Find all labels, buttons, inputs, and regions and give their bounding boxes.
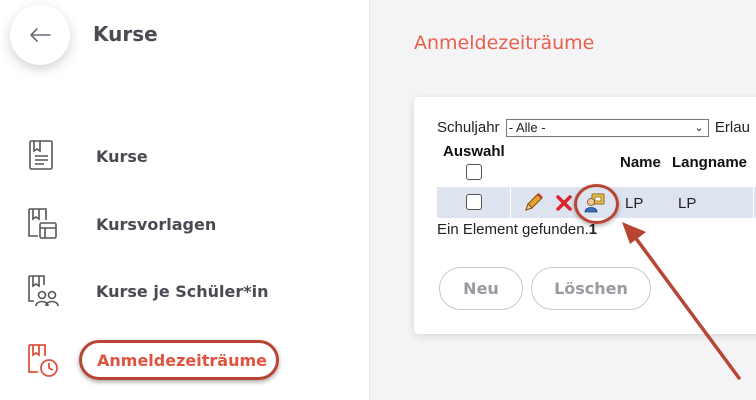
sidebar-item-label: Anmeldezeiträume	[97, 350, 267, 370]
row-checkbox[interactable]	[466, 194, 482, 210]
cell-name: LP	[625, 195, 644, 212]
filter-row: Schuljahr - Alle - ⌄ Erlau	[437, 119, 750, 138]
result-status-text: Ein Element gefunden.	[437, 221, 589, 238]
cell-langname: LP	[678, 195, 697, 212]
filter-next-label: Erlau	[714, 119, 750, 136]
course-book-icon	[22, 136, 62, 176]
sidebar-item-kurse[interactable]: Kurse	[22, 136, 362, 176]
course-template-icon	[22, 204, 62, 244]
sidebar-item-anmeldezeitraeume[interactable]: Anmeldezeiträume	[22, 340, 362, 380]
course-calendar-icon	[22, 340, 62, 380]
sidebar-item-kursvorlagen[interactable]: Kursvorlagen	[22, 204, 362, 244]
header-auswahl: Auswahl	[443, 143, 505, 160]
header-langname: Langname	[672, 154, 748, 171]
select-all-checkbox[interactable]	[466, 164, 482, 180]
app-title: Kurse	[93, 22, 158, 46]
sidebar-item-label: Kurse je Schüler*in	[96, 281, 269, 301]
back-button[interactable]	[10, 5, 70, 65]
delete-icon[interactable]	[555, 194, 573, 212]
page-title: Anmeldezeiträume	[414, 32, 595, 54]
course-students-icon	[22, 271, 62, 311]
sidebar-item-label: Kurse	[96, 146, 148, 166]
delete-button[interactable]: Löschen	[531, 267, 651, 310]
header-name: Name	[620, 154, 661, 171]
sidebar-item-label: Kursvorlagen	[96, 214, 217, 234]
new-button[interactable]: Neu	[439, 267, 523, 310]
schuljahr-select-value: - Alle -	[508, 120, 546, 136]
sidebar: Kurse Kurse Kursvorlagen Kurse je Schüle…	[0, 0, 370, 400]
pencil-icon[interactable]	[522, 192, 544, 214]
column-divider	[510, 187, 511, 218]
sidebar-item-kurse-je-schueler[interactable]: Kurse je Schüler*in	[22, 271, 362, 311]
chevron-down-icon: ⌄	[694, 122, 704, 135]
filter-label: Schuljahr	[437, 119, 500, 136]
result-status: Ein Element gefunden.1	[437, 221, 597, 238]
arrow-left-icon	[30, 28, 51, 42]
result-count: 1	[588, 221, 598, 238]
column-divider	[753, 187, 754, 218]
assign-students-icon[interactable]	[584, 192, 606, 214]
schuljahr-select[interactable]: - Alle - ⌄	[505, 119, 709, 138]
